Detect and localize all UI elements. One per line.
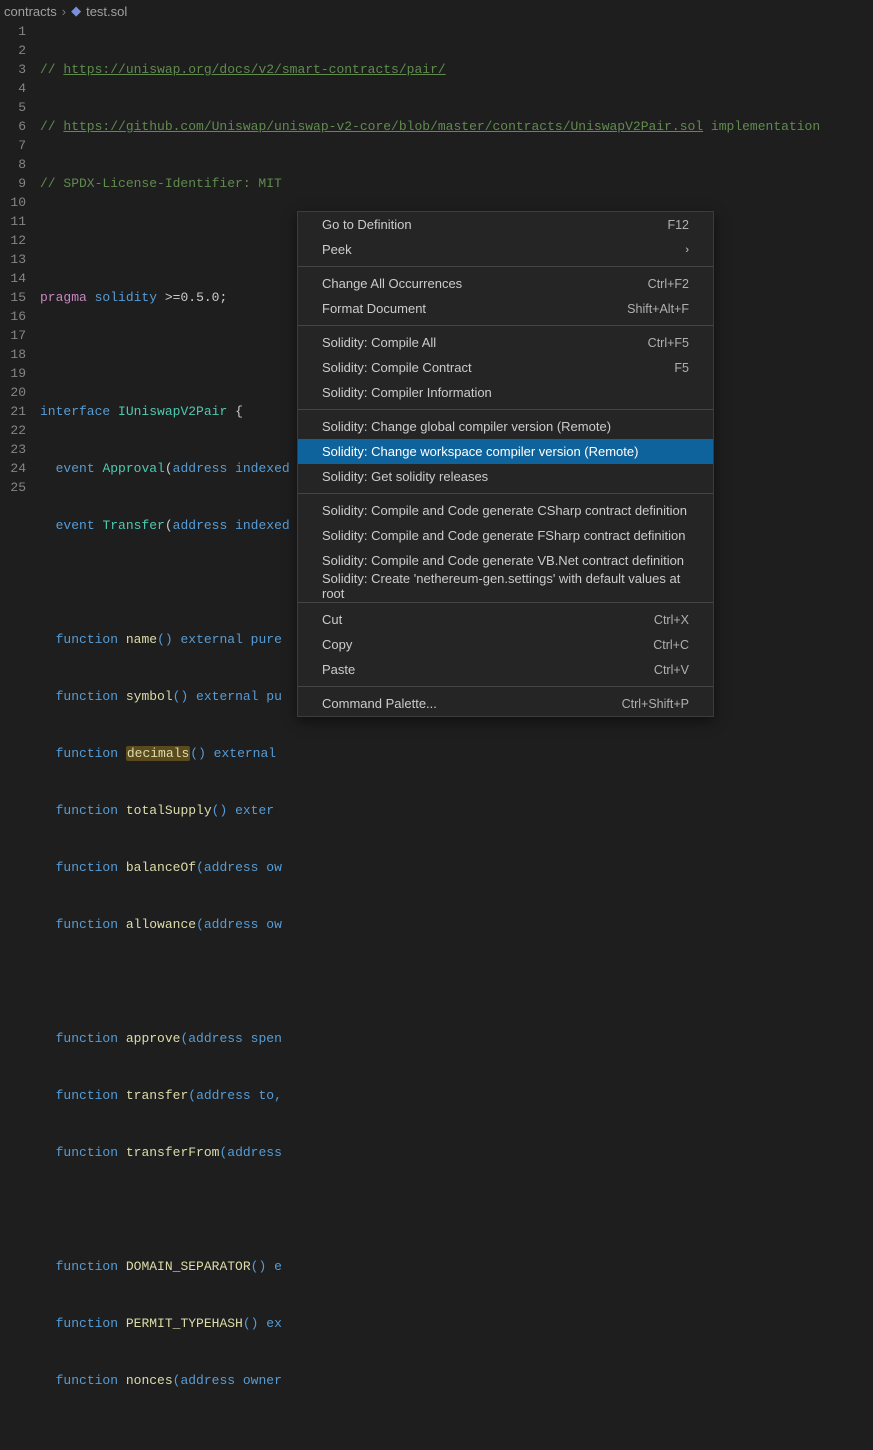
solidity-file-icon: ◆: [71, 3, 81, 19]
menu-solidity-gen-vbnet[interactable]: Solidity: Compile and Code generate VB.N…: [298, 548, 713, 573]
menu-solidity-change-workspace-compiler[interactable]: Solidity: Change workspace compiler vers…: [298, 439, 713, 464]
menu-separator: [298, 602, 713, 603]
menu-copy[interactable]: CopyCtrl+C: [298, 632, 713, 657]
menu-format-document[interactable]: Format DocumentShift+Alt+F: [298, 296, 713, 321]
menu-solidity-compile-all[interactable]: Solidity: Compile AllCtrl+F5: [298, 330, 713, 355]
menu-separator: [298, 409, 713, 410]
menu-separator: [298, 686, 713, 687]
breadcrumb-file[interactable]: test.sol: [86, 4, 127, 19]
menu-cut[interactable]: CutCtrl+X: [298, 607, 713, 632]
menu-separator: [298, 266, 713, 267]
menu-paste[interactable]: PasteCtrl+V: [298, 657, 713, 682]
chevron-right-icon: ›: [62, 4, 66, 19]
menu-solidity-change-global-compiler[interactable]: Solidity: Change global compiler version…: [298, 414, 713, 439]
menu-solidity-compile-contract[interactable]: Solidity: Compile ContractF5: [298, 355, 713, 380]
chevron-right-icon: ›: [685, 244, 689, 256]
menu-solidity-gen-fsharp[interactable]: Solidity: Compile and Code generate FSha…: [298, 523, 713, 548]
menu-command-palette[interactable]: Command Palette...Ctrl+Shift+P: [298, 691, 713, 716]
menu-peek[interactable]: Peek›: [298, 237, 713, 262]
breadcrumb-folder[interactable]: contracts: [4, 4, 57, 19]
menu-solidity-get-releases[interactable]: Solidity: Get solidity releases: [298, 464, 713, 489]
menu-solidity-gen-csharp[interactable]: Solidity: Compile and Code generate CSha…: [298, 498, 713, 523]
menu-solidity-create-nethereum-settings[interactable]: Solidity: Create 'nethereum-gen.settings…: [298, 573, 713, 598]
menu-separator: [298, 493, 713, 494]
context-menu[interactable]: Go to DefinitionF12 Peek› Change All Occ…: [297, 211, 714, 717]
line-number-gutter: 1234567891011121314151617181920212223242…: [0, 22, 40, 1450]
menu-solidity-compiler-information[interactable]: Solidity: Compiler Information: [298, 380, 713, 405]
menu-separator: [298, 325, 713, 326]
menu-change-all-occurrences[interactable]: Change All OccurrencesCtrl+F2: [298, 271, 713, 296]
breadcrumb[interactable]: contracts › ◆ test.sol: [0, 0, 873, 22]
menu-goto-definition[interactable]: Go to DefinitionF12: [298, 212, 713, 237]
